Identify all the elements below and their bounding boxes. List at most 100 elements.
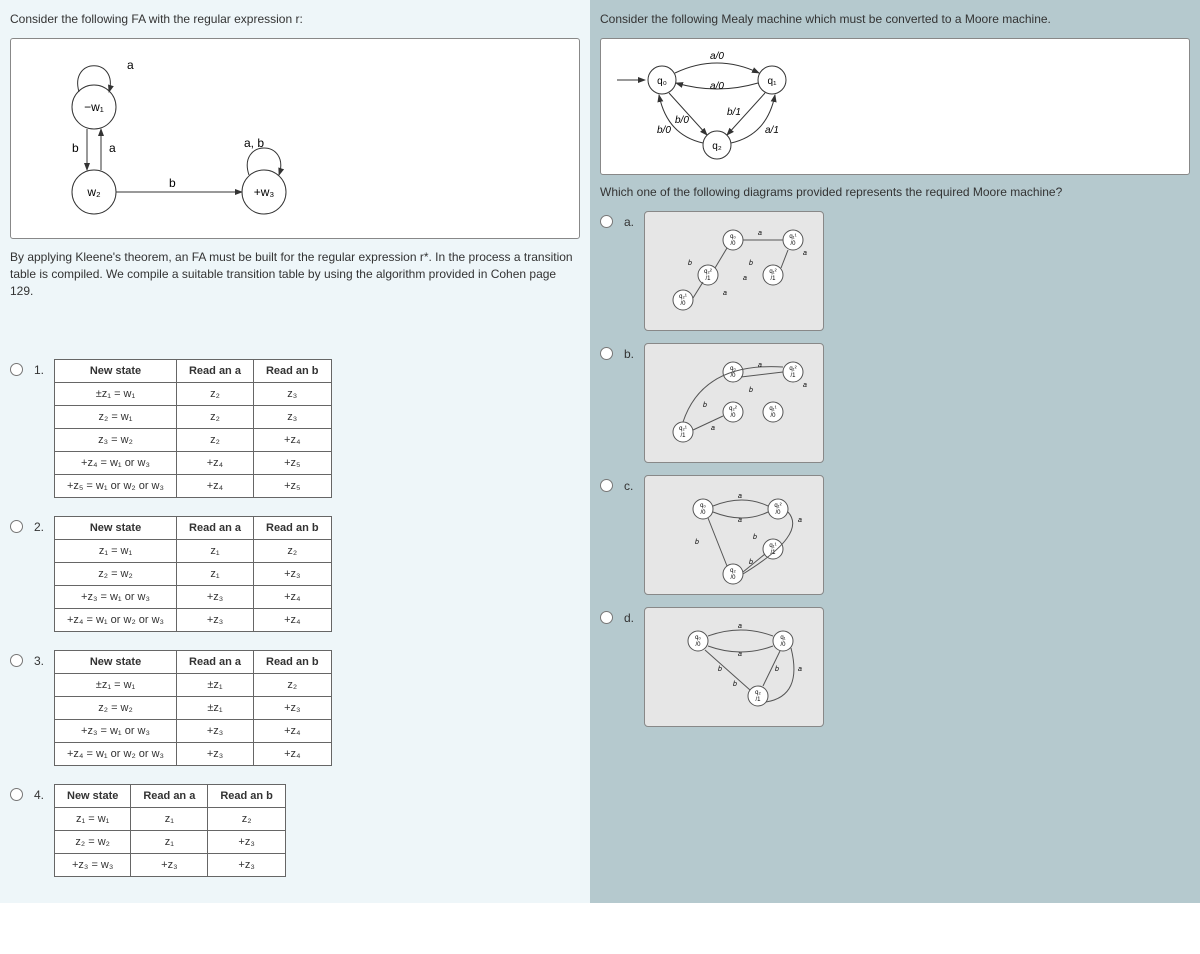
svg-text:q₂¹: q₂¹ — [679, 426, 687, 432]
svg-text:/0: /0 — [730, 241, 736, 247]
svg-text:q₂²: q₂² — [704, 269, 712, 275]
svg-text:/0: /0 — [730, 373, 736, 379]
svg-text:/0: /0 — [700, 510, 706, 516]
svg-text:a: a — [738, 623, 742, 630]
svg-text:b: b — [72, 141, 79, 155]
q1-option-3-radio[interactable] — [10, 654, 23, 667]
q1-option-4-num: 4. — [34, 784, 54, 802]
q2-option-c-diagram: q₀/0 q₁²/0 q₂/0 q₁¹/1 aa bb ab — [644, 475, 824, 595]
svg-text:a: a — [738, 517, 742, 524]
q2-option-a-label: a. — [624, 211, 644, 229]
svg-text:a/1: a/1 — [765, 125, 779, 136]
svg-text:a: a — [711, 425, 715, 432]
svg-text:a: a — [803, 250, 807, 257]
svg-text:a: a — [758, 362, 762, 369]
svg-text:/0: /0 — [730, 575, 736, 581]
q2-option-a-radio[interactable] — [600, 215, 613, 228]
svg-text:q₁²: q₁² — [774, 503, 781, 509]
svg-text:q₂: q₂ — [730, 568, 736, 574]
svg-text:q₀: q₀ — [695, 635, 701, 641]
q1-option-1-num: 1. — [34, 359, 54, 377]
q1-option-2-num: 2. — [34, 516, 54, 534]
svg-text:/1: /1 — [705, 276, 711, 282]
svg-text:a, b: a, b — [244, 136, 264, 150]
svg-text:a: a — [723, 290, 727, 297]
svg-text:a: a — [798, 666, 802, 673]
svg-text:b: b — [695, 539, 699, 546]
svg-text:b: b — [169, 176, 176, 190]
svg-text:/0: /0 — [730, 413, 736, 419]
svg-text:b/0: b/0 — [675, 115, 689, 126]
q2-option-b-label: b. — [624, 343, 644, 361]
svg-text:q₁: q₁ — [780, 635, 785, 641]
svg-text:q₀: q₀ — [657, 76, 667, 87]
q2-option-c-label: c. — [624, 475, 644, 493]
svg-text:q₁¹: q₁¹ — [789, 234, 796, 240]
svg-text:b: b — [733, 681, 737, 688]
svg-text:q₁²: q₁² — [789, 366, 796, 372]
svg-text:q₀: q₀ — [730, 234, 736, 240]
svg-text:/0: /0 — [775, 510, 781, 516]
svg-text:b: b — [749, 387, 753, 394]
svg-text:−w₁: −w₁ — [84, 100, 104, 114]
svg-text:/1: /1 — [790, 373, 796, 379]
svg-text:/0: /0 — [680, 301, 686, 307]
q1-option-1-radio[interactable] — [10, 363, 23, 376]
svg-text:a: a — [109, 141, 116, 155]
q1-option-4-radio[interactable] — [10, 788, 23, 801]
q1-option-3-num: 3. — [34, 650, 54, 668]
question-2-panel: Consider the following Mealy machine whi… — [590, 0, 1200, 903]
svg-text:/0: /0 — [695, 642, 701, 648]
svg-text:/0: /0 — [770, 413, 776, 419]
question-1-panel: Consider the following FA with the regul… — [0, 0, 590, 903]
svg-text:b: b — [703, 402, 707, 409]
svg-text:a/0: a/0 — [710, 81, 724, 92]
svg-text:b: b — [749, 260, 753, 267]
fa-diagram: −w₁ a w₂ b a +w₃ a, b b — [10, 38, 580, 239]
q1-option-3-table: New stateRead an aRead an b ±z₁ = w₁±z₁z… — [54, 650, 332, 766]
q2-options: a. q₂¹/0 q₂²/1 q₀/0 q₁²/1 q₁¹/0 b b a a a a — [600, 211, 1190, 727]
svg-text:a: a — [738, 651, 742, 658]
svg-text:b: b — [749, 559, 753, 566]
svg-text:w₂: w₂ — [86, 185, 101, 199]
svg-text:/0: /0 — [780, 642, 786, 648]
svg-text:a: a — [803, 382, 807, 389]
svg-text:q₂²: q₂² — [729, 406, 737, 412]
q2-option-c-radio[interactable] — [600, 479, 613, 492]
q1-options: 1. New stateRead an aRead an b ±z₁ = w₁z… — [10, 359, 580, 877]
svg-text:a: a — [798, 517, 802, 524]
q2-option-d-radio[interactable] — [600, 611, 613, 624]
svg-text:a: a — [738, 493, 742, 500]
q1-body: By applying Kleene's theorem, an FA must… — [10, 249, 580, 299]
svg-text:b: b — [775, 666, 779, 673]
svg-text:a: a — [127, 58, 134, 72]
svg-text:/1: /1 — [680, 433, 686, 439]
svg-text:q₁¹: q₁¹ — [769, 543, 776, 549]
svg-text:a: a — [743, 275, 747, 282]
svg-text:+w₃: +w₃ — [254, 185, 275, 199]
q2-option-a-diagram: q₂¹/0 q₂²/1 q₀/0 q₁²/1 q₁¹/0 bb aa aa — [644, 211, 824, 331]
q1-title: Consider the following FA with the regul… — [10, 8, 580, 30]
svg-text:q₁²: q₁² — [769, 269, 776, 275]
svg-text:a: a — [758, 230, 762, 237]
svg-text:/0: /0 — [790, 241, 796, 247]
svg-text:q₂: q₂ — [712, 141, 722, 152]
svg-text:q₂: q₂ — [755, 690, 761, 696]
svg-text:b/0: b/0 — [657, 125, 671, 136]
svg-text:b: b — [753, 534, 757, 541]
svg-text:q₁: q₁ — [768, 76, 778, 87]
svg-text:/1: /1 — [770, 276, 776, 282]
svg-text:q₀: q₀ — [700, 503, 706, 509]
q2-option-d-diagram: q₀/0 q₁/0 q₂/1 a a b b b a — [644, 607, 824, 727]
svg-text:/1: /1 — [755, 697, 761, 703]
svg-text:b: b — [718, 666, 722, 673]
q1-option-1-table: New stateRead an aRead an b ±z₁ = w₁z₂z₃… — [54, 359, 332, 498]
q2-option-b-radio[interactable] — [600, 347, 613, 360]
q1-option-2-radio[interactable] — [10, 520, 23, 533]
svg-text:a/0: a/0 — [710, 51, 724, 62]
mealy-diagram: q₀ q₁ q₂ a/0 a/0 b/0 b/0 b/1 — [600, 38, 1190, 175]
q2-body: Which one of the following diagrams prov… — [600, 185, 1190, 199]
q1-option-2-table: New stateRead an aRead an b z₁ = w₁z₁z₂ … — [54, 516, 332, 632]
svg-text:b/1: b/1 — [727, 107, 741, 118]
q2-option-d-label: d. — [624, 607, 644, 625]
